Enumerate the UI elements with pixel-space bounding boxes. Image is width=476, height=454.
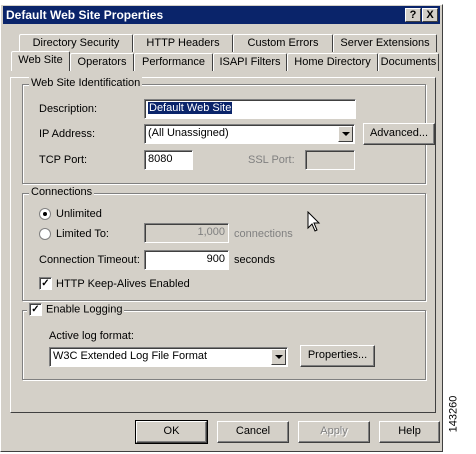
title-bar: Default Web Site Properties ? X xyxy=(3,6,440,24)
ok-button[interactable]: OK xyxy=(135,420,208,444)
tab-home-directory[interactable]: Home Directory xyxy=(287,53,378,71)
identification-legend: Web Site Identification xyxy=(29,77,143,89)
enable-logging-checkbox[interactable]: ✓ xyxy=(29,303,42,316)
apply-button[interactable]: Apply xyxy=(298,421,370,443)
tab-web-site[interactable]: Web Site xyxy=(11,51,70,71)
keepalive-label[interactable]: HTTP Keep-Alives Enabled xyxy=(56,278,190,290)
tab-http-headers[interactable]: HTTP Headers xyxy=(133,34,233,52)
tcp-port-input[interactable]: 8080 xyxy=(144,150,193,170)
timeout-label: Connection Timeout: xyxy=(39,254,140,266)
unlimited-radio[interactable] xyxy=(39,208,51,220)
tab-documents[interactable]: Documents xyxy=(378,53,439,71)
tab-directory-security[interactable]: Directory Security xyxy=(19,34,133,52)
ip-address-label: IP Address: xyxy=(39,128,96,140)
limited-label[interactable]: Limited To: xyxy=(56,228,109,240)
logging-group: ✓ Enable Logging Active log format: W3C E… xyxy=(22,303,426,380)
close-title-button[interactable]: X xyxy=(422,8,438,22)
tab-custom-errors[interactable]: Custom Errors xyxy=(233,34,333,52)
tab-isapi-filters[interactable]: ISAPI Filters xyxy=(213,53,287,71)
help-button[interactable]: Help xyxy=(379,421,440,443)
side-code-text: 143260 xyxy=(447,395,460,433)
tab-server-extensions[interactable]: Server Extensions xyxy=(333,34,437,52)
enable-logging-label[interactable]: Enable Logging xyxy=(46,303,122,315)
tcp-port-label: TCP Port: xyxy=(39,154,88,166)
chevron-down-icon[interactable] xyxy=(271,349,286,365)
window-title: Default Web Site Properties xyxy=(6,8,164,22)
properties-button[interactable]: Properties... xyxy=(300,345,375,367)
timeout-unit-label: seconds xyxy=(234,254,275,266)
log-format-select[interactable]: W3C Extended Log File Format xyxy=(49,347,288,367)
description-input[interactable]: Default Web Site xyxy=(144,99,356,119)
connections-unit-label: connections xyxy=(234,228,293,240)
limited-connections-input[interactable]: 1,000 xyxy=(144,223,229,243)
tab-operators[interactable]: Operators xyxy=(70,53,134,71)
mouse-pointer-icon xyxy=(307,211,321,232)
connections-group: Connections Unlimited Limited To: 1,000 … xyxy=(22,186,426,301)
connections-legend: Connections xyxy=(29,186,95,198)
log-format-label: Active log format: xyxy=(49,330,134,342)
help-title-button[interactable]: ? xyxy=(405,8,421,22)
logging-legend: ✓ Enable Logging xyxy=(27,303,125,316)
cancel-button[interactable]: Cancel xyxy=(217,421,289,443)
unlimited-label[interactable]: Unlimited xyxy=(56,208,102,220)
log-format-value: W3C Extended Log File Format xyxy=(53,350,208,362)
ssl-port-input[interactable] xyxy=(305,150,355,170)
description-value: Default Web Site xyxy=(148,102,233,114)
properties-dialog: Default Web Site Properties ? X Director… xyxy=(0,4,443,452)
tab-performance[interactable]: Performance xyxy=(134,53,213,71)
side-code: 143260 xyxy=(447,386,475,446)
chevron-down-icon[interactable] xyxy=(338,126,353,142)
ip-address-select[interactable]: (All Unassigned) xyxy=(144,124,355,144)
ip-address-value: (All Unassigned) xyxy=(148,127,229,139)
tab-panel: Web Site Identification Description: Def… xyxy=(10,77,436,413)
timeout-input[interactable]: 900 xyxy=(144,250,229,270)
description-label: Description: xyxy=(39,103,98,115)
ssl-port-label: SSL Port: xyxy=(248,154,295,166)
limited-radio[interactable] xyxy=(39,228,51,240)
identification-group: Web Site Identification Description: Def… xyxy=(22,77,435,184)
advanced-button[interactable]: Advanced... xyxy=(363,123,435,145)
keepalive-checkbox[interactable]: ✓ xyxy=(39,277,52,290)
